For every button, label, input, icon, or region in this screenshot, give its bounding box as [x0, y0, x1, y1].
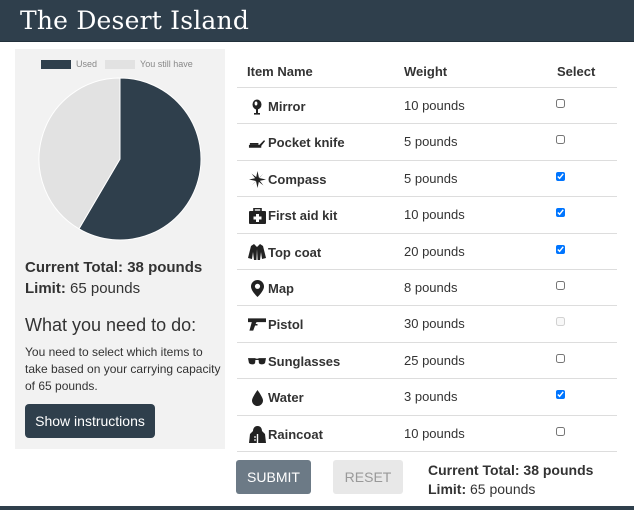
bottom-limit-label: Limit:: [428, 481, 467, 497]
item-select-checkbox[interactable]: [556, 280, 565, 290]
app-header: The Desert Island: [0, 0, 634, 42]
item-name: Top coat: [268, 244, 322, 260]
item-weight: 5 pounds: [404, 134, 458, 150]
weight-pie-chart: [38, 77, 202, 241]
item-name: Map: [268, 280, 294, 296]
current-total-block: Current Total: 38 pounds Limit: 65 pound…: [25, 259, 202, 297]
item-select-checkbox: [556, 317, 565, 327]
item-weight: 5 pounds: [404, 170, 458, 186]
item-weight: 30 pounds: [404, 316, 465, 332]
table-row: Top coat 20 pounds: [237, 234, 617, 270]
summary-panel: Used You still have Current Total: 38 po…: [15, 49, 225, 449]
instructions-text: You need to select which items to take b…: [25, 345, 221, 393]
table-row: Compass 5 pounds: [237, 161, 617, 198]
limit-label: Limit:: [25, 280, 66, 297]
item-select-checkbox[interactable]: [556, 426, 565, 436]
item-name: Raincoat: [268, 426, 323, 442]
item-weight: 10 pounds: [404, 98, 465, 113]
table-row: Pocket knife 5 pounds: [237, 124, 617, 161]
raincoat-icon: [248, 425, 266, 443]
footer-bar: [0, 506, 634, 510]
table-row: Water 3 pounds: [237, 379, 617, 416]
limit-line: Limit: 65 pounds: [25, 280, 202, 297]
item-weight: 10 pounds: [404, 207, 465, 223]
legend-swatch-used: [41, 59, 71, 69]
item-name: Pistol: [268, 317, 304, 333]
item-weight: 8 pounds: [404, 279, 458, 295]
item-name: Pocket knife: [268, 135, 345, 151]
submit-button[interactable]: SUBMIT: [236, 460, 311, 494]
pistol-icon: [248, 316, 266, 333]
item-weight: 25 pounds: [404, 352, 465, 368]
table-row: Sunglasses 25 pounds: [237, 343, 617, 380]
item-name: Mirror: [268, 99, 306, 114]
first-aid-icon: [248, 207, 266, 224]
bottom-limit-line: Limit: 65 pounds: [428, 481, 593, 497]
limit-value: 65 pounds: [70, 280, 141, 297]
item-name: Sunglasses: [268, 353, 341, 369]
sunglasses-icon: [248, 353, 266, 370]
table-row: Raincoat 10 pounds: [237, 416, 617, 452]
header-item-name: Item Name: [247, 64, 313, 79]
coat-icon: [248, 244, 266, 261]
item-name: First aid kit: [268, 208, 338, 224]
legend-label-used: Used: [76, 59, 98, 69]
item-select-checkbox[interactable]: [556, 353, 565, 363]
table-row: Pistol 30 pounds: [237, 306, 617, 343]
table-row: First aid kit 10 pounds: [237, 197, 617, 234]
mirror-icon: [248, 98, 266, 115]
compass-icon: [248, 170, 266, 188]
knife-icon: [248, 134, 266, 151]
water-drop-icon: [248, 389, 266, 406]
instructions-title: What you need to do:: [25, 315, 197, 335]
bottom-current-total: Current Total: 38 pounds: [428, 462, 594, 478]
item-select-checkbox[interactable]: [556, 99, 565, 108]
item-select-checkbox[interactable]: [556, 171, 565, 181]
item-select-checkbox[interactable]: [556, 208, 565, 218]
current-total: Current Total: 38 pounds: [25, 259, 203, 276]
item-weight: 20 pounds: [404, 243, 465, 259]
table-row: Mirror 10 pounds: [237, 88, 617, 125]
table-body: Mirror 10 pounds Pocket knife 5 pounds Compa…: [237, 88, 617, 452]
item-name: Compass: [268, 171, 327, 187]
item-name: Water: [268, 390, 304, 406]
map-marker-icon: [248, 279, 266, 297]
item-weight: 3 pounds: [404, 389, 458, 405]
legend-label-have: You still have: [140, 59, 193, 69]
bottom-limit-value: 65 pounds: [470, 481, 536, 497]
app-title: The Desert Island: [20, 6, 250, 35]
item-select-checkbox[interactable]: [556, 390, 565, 400]
header-weight: Weight: [404, 64, 448, 79]
item-select-checkbox[interactable]: [556, 244, 565, 254]
show-instructions-button[interactable]: Show instructions: [25, 404, 155, 438]
item-select-checkbox[interactable]: [556, 135, 565, 145]
table-header: Item Name Weight Select: [237, 53, 617, 88]
bottom-total-block: Current Total: 38 pounds Limit: 65 pound…: [428, 462, 593, 497]
table-row: Map 8 pounds: [237, 270, 617, 307]
reset-button[interactable]: RESET: [333, 460, 403, 494]
item-weight: 10 pounds: [404, 425, 465, 441]
header-select: Select: [557, 64, 596, 79]
items-table: Item Name Weight Select Mirror 10 pounds P…: [237, 53, 617, 452]
legend-swatch-have: [105, 59, 136, 69]
chart-legend: Used You still have: [41, 59, 193, 69]
